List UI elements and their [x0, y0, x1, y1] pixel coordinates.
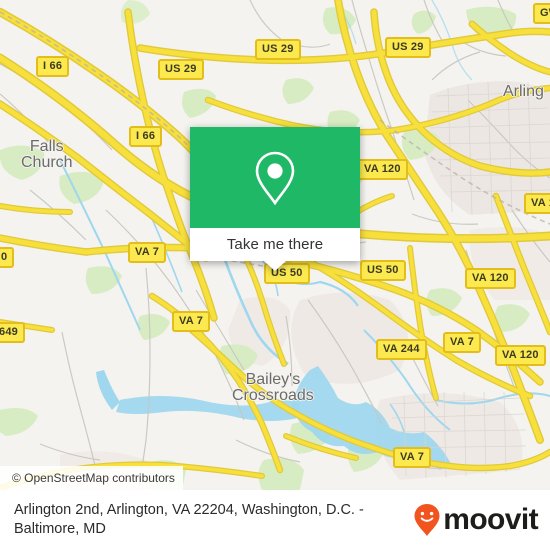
map-pin-icon — [255, 151, 295, 205]
road-shield: US 29 — [158, 59, 204, 80]
road-shield: US 29 — [385, 37, 431, 58]
footer-bar: Arlington 2nd, Arlington, VA 22204, Wash… — [0, 490, 550, 550]
road-shield: VA 120 — [524, 193, 550, 214]
road-shield: US 29 — [255, 39, 301, 60]
location-callout-card[interactable]: Take me there — [190, 127, 360, 271]
map-screenshot: I 66 US 29 US 29 US 29 GW I 66 VA 120 VA 120 VA … — [0, 0, 550, 550]
road-shield: 0 — [0, 247, 15, 268]
callout-header — [190, 127, 360, 228]
place-label: Bailey's Crossroads — [232, 371, 314, 404]
take-me-there-button[interactable]: Take me there — [190, 228, 360, 261]
road-shield: VA 7 — [128, 242, 167, 263]
road-shield: VA 7 — [443, 332, 482, 353]
callout-pointer-tail — [264, 261, 286, 271]
road-shield: I 66 — [36, 56, 70, 77]
road-shield: US 50 — [360, 260, 406, 281]
moovit-smiley-pin-icon — [414, 504, 440, 536]
moovit-logo[interactable]: moovit — [413, 503, 539, 537]
address-label: Arlington 2nd, Arlington, VA 22204, Wash… — [14, 502, 364, 537]
road-shield: VA 120 — [495, 345, 546, 366]
road-shield: 649 — [0, 322, 25, 343]
moovit-wordmark: moovit — [443, 503, 538, 536]
road-shield: VA 7 — [393, 447, 432, 468]
take-me-there-label: Take me there — [226, 235, 324, 253]
road-shield: I 66 — [129, 126, 163, 147]
place-label: Falls Church — [21, 138, 73, 171]
place-label: Arling — [503, 83, 544, 100]
road-shield: GW — [533, 3, 550, 24]
road-shield: VA 7 — [172, 311, 211, 332]
road-shield: VA 120 — [357, 159, 408, 180]
road-shield: VA 120 — [465, 268, 516, 289]
osm-attribution[interactable]: © OpenStreetMap contributors — [0, 466, 183, 490]
road-shield: VA 244 — [376, 339, 427, 360]
